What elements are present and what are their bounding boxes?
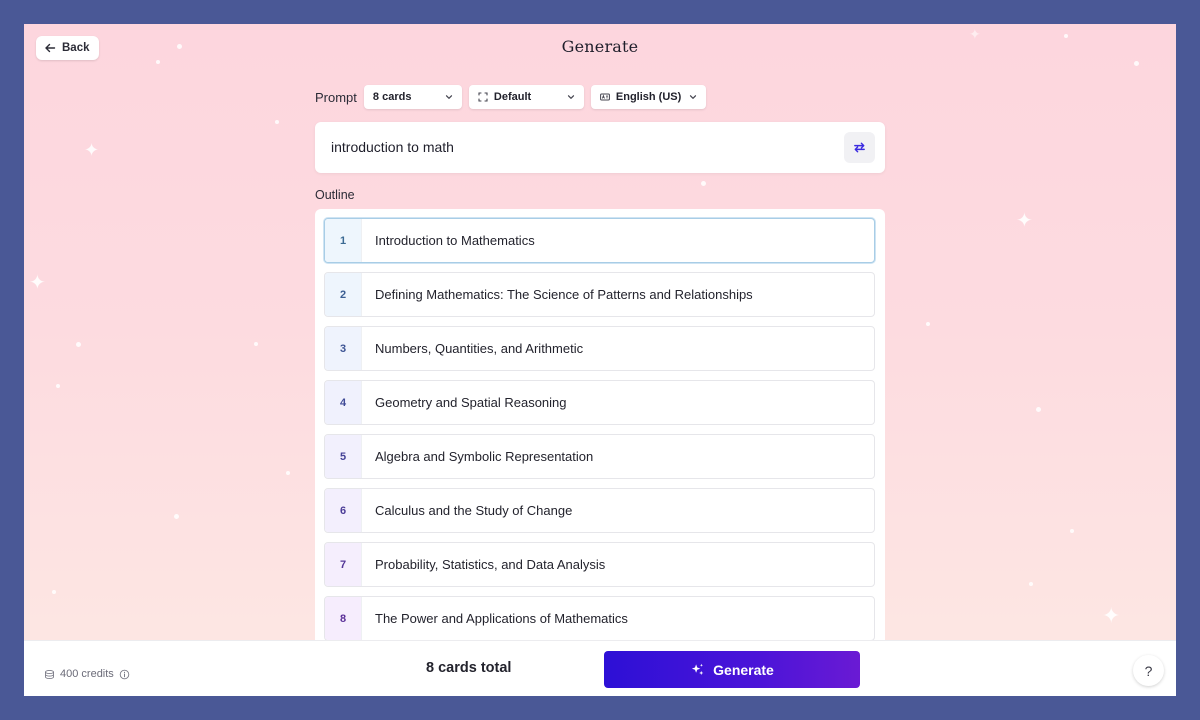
outline-item-title[interactable]: Algebra and Symbolic Representation xyxy=(362,435,593,478)
page-title: Generate xyxy=(561,37,639,56)
sparkle-decoration: ✦ xyxy=(29,270,46,294)
outline-item-number: 3 xyxy=(325,327,362,370)
outline-item[interactable]: 7 Probability, Statistics, and Data Anal… xyxy=(324,542,875,587)
dot-decoration xyxy=(701,181,706,186)
outline-item-title[interactable]: Introduction to Mathematics xyxy=(362,219,535,262)
dot-decoration xyxy=(156,60,160,64)
language-value: English (US) xyxy=(615,91,682,103)
outline-item-number: 8 xyxy=(325,597,362,640)
outline-item[interactable]: 5 Algebra and Symbolic Representation xyxy=(324,434,875,479)
dot-decoration xyxy=(76,342,81,347)
outline-item[interactable]: 1 Introduction to Mathematics xyxy=(324,218,875,263)
dot-decoration xyxy=(52,590,56,594)
outline-item[interactable]: 6 Calculus and the Study of Change xyxy=(324,488,875,533)
sparkle-decoration: ✦ xyxy=(1016,208,1033,232)
dot-decoration xyxy=(1036,407,1041,412)
info-icon[interactable] xyxy=(119,669,130,680)
outline-item[interactable]: 4 Geometry and Spatial Reasoning xyxy=(324,380,875,425)
footer-bar: 400 credits 8 cards total Generate ? xyxy=(24,640,1176,696)
outline-item[interactable]: 8 The Power and Applications of Mathemat… xyxy=(324,596,875,641)
dot-decoration xyxy=(275,120,279,124)
outline-item-title[interactable]: Calculus and the Study of Change xyxy=(362,489,572,532)
credits-text: 400 credits xyxy=(60,668,114,680)
generate-button-label: Generate xyxy=(713,661,774,678)
theme-select[interactable]: Default xyxy=(468,85,584,109)
generate-button[interactable]: Generate xyxy=(604,651,860,688)
outline-item-number: 4 xyxy=(325,381,362,424)
dot-decoration xyxy=(254,342,258,346)
coins-icon xyxy=(45,669,54,679)
outline-item-title[interactable]: Probability, Statistics, and Data Analys… xyxy=(362,543,605,586)
frame-icon xyxy=(478,92,488,102)
outline-item-number: 2 xyxy=(325,273,362,316)
sparkles-icon xyxy=(692,663,704,676)
outline-item[interactable]: 3 Numbers, Quantities, and Arithmetic xyxy=(324,326,875,371)
chevron-down-icon xyxy=(567,95,575,99)
outline-item-title[interactable]: Defining Mathematics: The Science of Pat… xyxy=(362,273,753,316)
dot-decoration xyxy=(1029,582,1033,586)
outline-item[interactable]: 2 Defining Mathematics: The Science of P… xyxy=(324,272,875,317)
prompt-controls: Prompt 8 cards Default English (US) xyxy=(315,85,706,109)
help-button[interactable]: ? xyxy=(1133,655,1164,686)
outline-item-title[interactable]: Geometry and Spatial Reasoning xyxy=(362,381,567,424)
outline-item-number: 1 xyxy=(325,219,362,262)
dot-decoration xyxy=(1134,61,1139,66)
dot-decoration xyxy=(56,384,60,388)
sparkle-decoration: ✦ xyxy=(84,140,100,161)
card-count-value: 8 cards xyxy=(372,91,412,103)
outline-item-title[interactable]: Numbers, Quantities, and Arithmetic xyxy=(362,327,583,370)
dot-decoration xyxy=(926,322,930,326)
shuffle-prompt-button[interactable] xyxy=(844,132,875,163)
prompt-input[interactable]: introduction to math xyxy=(315,122,885,173)
prompt-label: Prompt xyxy=(315,89,357,105)
dot-decoration xyxy=(174,514,179,519)
card-count-select[interactable]: 8 cards xyxy=(363,85,462,109)
language-select[interactable]: English (US) xyxy=(590,85,706,109)
outline-label: Outline xyxy=(315,188,355,202)
outline-item-number: 7 xyxy=(325,543,362,586)
shuffle-icon xyxy=(854,142,865,153)
prompt-text[interactable]: introduction to math xyxy=(331,139,454,155)
cards-total: 8 cards total xyxy=(426,660,512,676)
outline-item-number: 6 xyxy=(325,489,362,532)
dot-decoration xyxy=(1070,529,1074,533)
credits-indicator[interactable]: 400 credits xyxy=(44,668,130,680)
generate-window: ✦ ✦ ✦ ✦ ✦ Back Generate Prompt 8 cards D… xyxy=(24,24,1176,696)
dot-decoration xyxy=(286,471,290,475)
chevron-down-icon xyxy=(445,95,453,99)
outline-item-title[interactable]: The Power and Applications of Mathematic… xyxy=(362,597,628,640)
outline-list: 1 Introduction to Mathematics 2 Defining… xyxy=(315,209,885,679)
theme-value: Default xyxy=(493,91,532,103)
sparkle-decoration: ✦ xyxy=(1102,604,1121,629)
language-icon xyxy=(600,93,610,101)
outline-item-number: 5 xyxy=(325,435,362,478)
chevron-down-icon xyxy=(689,95,697,99)
